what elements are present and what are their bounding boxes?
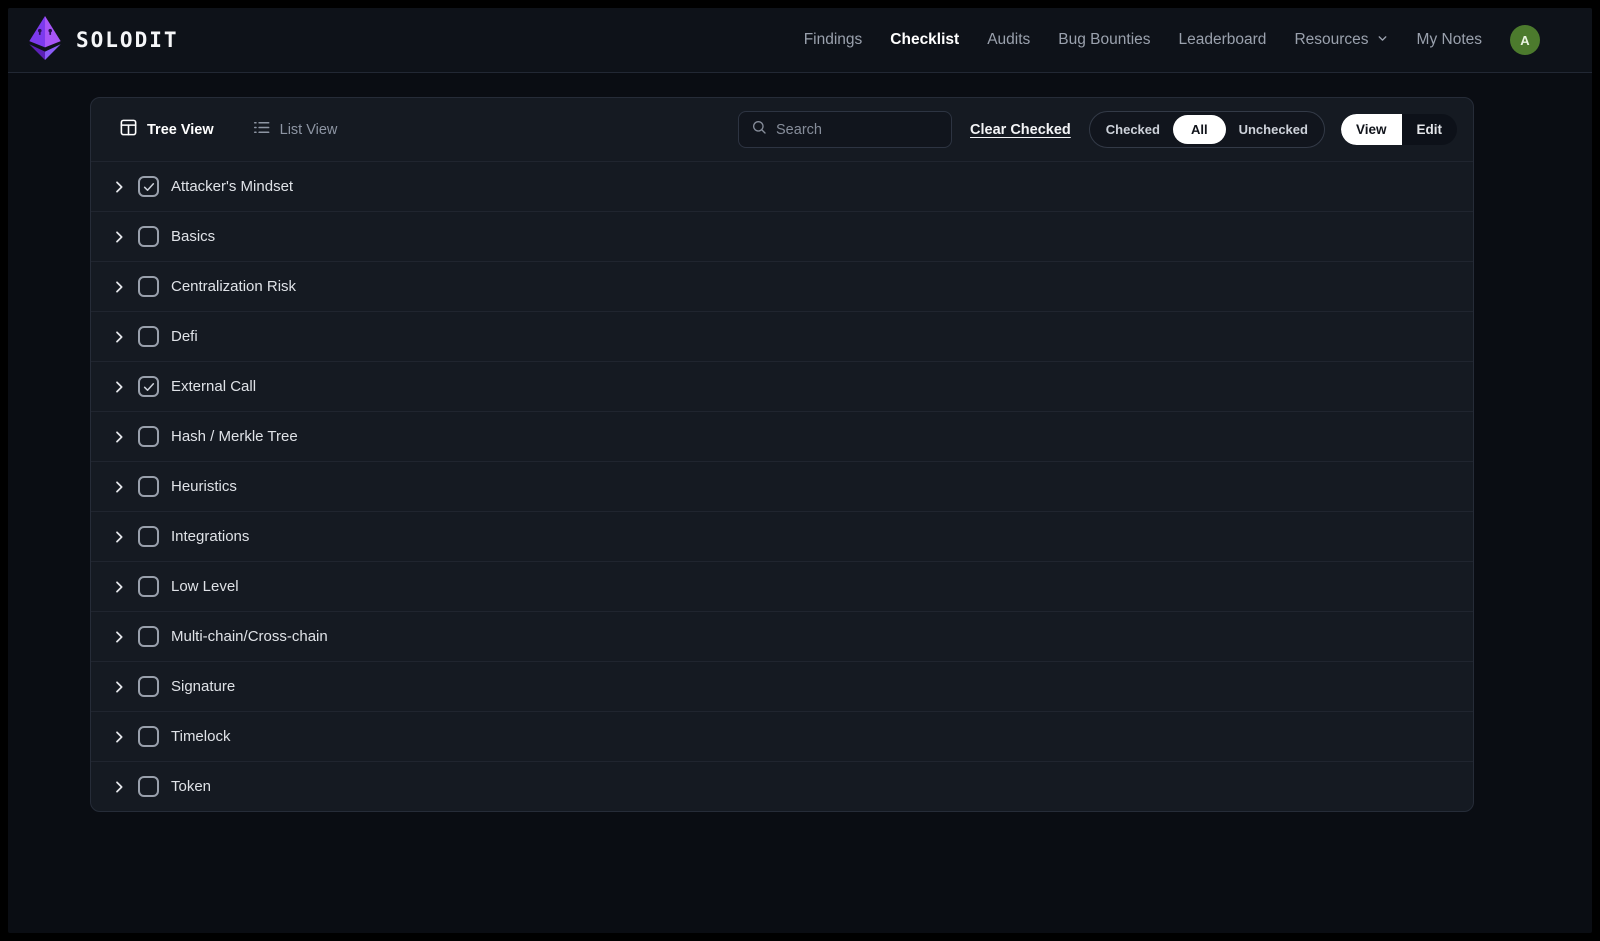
checkbox[interactable] bbox=[138, 326, 159, 347]
chevron-right-icon[interactable] bbox=[107, 479, 131, 495]
checklist-rows: Attacker's Mindset Basics Centralization… bbox=[91, 161, 1473, 811]
checklist-row[interactable]: Token bbox=[91, 761, 1473, 811]
search-box bbox=[738, 111, 952, 148]
checkbox[interactable] bbox=[138, 676, 159, 697]
checklist-row-label: External Call bbox=[171, 378, 256, 395]
brand-name: SOLODIT bbox=[76, 28, 179, 52]
nav-item[interactable]: Leaderboard bbox=[1179, 31, 1267, 49]
checkmark-icon bbox=[142, 180, 156, 194]
chevron-right-icon[interactable] bbox=[107, 579, 131, 595]
tree-view-icon bbox=[119, 118, 138, 142]
filter-option[interactable]: Unchecked bbox=[1226, 117, 1321, 142]
chevron-right-icon[interactable] bbox=[107, 629, 131, 645]
list-view-icon bbox=[252, 118, 271, 142]
checklist-row-label: Integrations bbox=[171, 528, 249, 545]
mode-option[interactable]: View bbox=[1341, 114, 1402, 145]
checklist-row[interactable]: Signature bbox=[91, 661, 1473, 711]
nav-links: Findings Checklist Audits Bug Bounties L… bbox=[804, 30, 1482, 50]
checklist-row[interactable]: Hash / Merkle Tree bbox=[91, 411, 1473, 461]
nav-item[interactable]: Audits bbox=[987, 31, 1030, 49]
checklist-row-label: Signature bbox=[171, 678, 235, 695]
view-edit-toggle: View Edit bbox=[1341, 114, 1457, 145]
chevron-right-icon[interactable] bbox=[107, 679, 131, 695]
checklist-row-label: Hash / Merkle Tree bbox=[171, 428, 298, 445]
checkmark-icon bbox=[142, 380, 156, 394]
checklist-row-label: Low Level bbox=[171, 578, 239, 595]
chevron-right-icon[interactable] bbox=[107, 379, 131, 395]
checkbox[interactable] bbox=[138, 626, 159, 647]
checklist-row-label: Heuristics bbox=[171, 478, 237, 495]
checkbox[interactable] bbox=[138, 426, 159, 447]
tree-view-label: Tree View bbox=[147, 122, 214, 138]
checkbox[interactable] bbox=[138, 276, 159, 297]
checklist-row-label: Multi-chain/Cross-chain bbox=[171, 628, 328, 645]
checklist-row-label: Basics bbox=[171, 228, 215, 245]
nav-item[interactable]: Bug Bounties bbox=[1058, 31, 1150, 49]
checklist-row[interactable]: Centralization Risk bbox=[91, 261, 1473, 311]
chevron-right-icon[interactable] bbox=[107, 429, 131, 445]
checklist-panel: Tree View List View bbox=[90, 97, 1474, 812]
checklist-toolbar: Tree View List View bbox=[91, 98, 1473, 161]
checklist-row[interactable]: Low Level bbox=[91, 561, 1473, 611]
checklist-row-label: Token bbox=[171, 778, 211, 795]
checklist-row[interactable]: External Call bbox=[91, 361, 1473, 411]
app-window: SOLODIT Findings Checklist Audits Bug Bo… bbox=[8, 8, 1592, 933]
checklist-row[interactable]: Multi-chain/Cross-chain bbox=[91, 611, 1473, 661]
user-avatar[interactable]: A bbox=[1510, 25, 1540, 55]
list-view-label: List View bbox=[280, 122, 338, 138]
search-input[interactable] bbox=[776, 122, 939, 138]
chevron-right-icon[interactable] bbox=[107, 329, 131, 345]
checklist-row[interactable]: Basics bbox=[91, 211, 1473, 261]
checklist-row-label: Defi bbox=[171, 328, 198, 345]
list-view-button[interactable]: List View bbox=[240, 110, 350, 150]
checkbox[interactable] bbox=[138, 776, 159, 797]
checklist-row[interactable]: Attacker's Mindset bbox=[91, 161, 1473, 211]
chevron-right-icon[interactable] bbox=[107, 179, 131, 195]
chevron-right-icon[interactable] bbox=[107, 779, 131, 795]
chevron-down-icon bbox=[1376, 30, 1389, 50]
checklist-row-label: Attacker's Mindset bbox=[171, 178, 293, 195]
nav-item[interactable]: Checklist bbox=[890, 31, 959, 49]
checklist-row-label: Centralization Risk bbox=[171, 278, 296, 295]
checkbox[interactable] bbox=[138, 526, 159, 547]
nav-item[interactable]: My Notes bbox=[1417, 31, 1482, 49]
chevron-right-icon[interactable] bbox=[107, 529, 131, 545]
search-icon bbox=[751, 119, 767, 140]
filter-segmented-control: Checked All Unchecked bbox=[1089, 111, 1325, 148]
clear-checked-link[interactable]: Clear Checked bbox=[970, 122, 1071, 138]
chevron-right-icon[interactable] bbox=[107, 279, 131, 295]
brand-logo[interactable]: SOLODIT bbox=[24, 15, 179, 66]
filter-option[interactable]: Checked bbox=[1093, 117, 1173, 142]
checklist-row[interactable]: Heuristics bbox=[91, 461, 1473, 511]
checkbox[interactable] bbox=[138, 476, 159, 497]
nav-item[interactable]: Resources bbox=[1294, 30, 1388, 50]
filter-option[interactable]: All bbox=[1173, 115, 1226, 144]
checklist-row-label: Timelock bbox=[171, 728, 230, 745]
mode-option[interactable]: Edit bbox=[1402, 114, 1458, 145]
tree-view-button[interactable]: Tree View bbox=[107, 110, 226, 150]
checkbox[interactable] bbox=[138, 226, 159, 247]
checkbox[interactable] bbox=[138, 576, 159, 597]
checklist-row[interactable]: Timelock bbox=[91, 711, 1473, 761]
checklist-row[interactable]: Defi bbox=[91, 311, 1473, 361]
checklist-row[interactable]: Integrations bbox=[91, 511, 1473, 561]
nav-item[interactable]: Findings bbox=[804, 31, 863, 49]
chevron-right-icon[interactable] bbox=[107, 729, 131, 745]
checkbox[interactable] bbox=[138, 176, 159, 197]
checkbox[interactable] bbox=[138, 726, 159, 747]
chevron-right-icon[interactable] bbox=[107, 229, 131, 245]
checkbox[interactable] bbox=[138, 376, 159, 397]
solodit-diamond-icon bbox=[24, 15, 66, 66]
top-navigation: SOLODIT Findings Checklist Audits Bug Bo… bbox=[8, 8, 1592, 73]
